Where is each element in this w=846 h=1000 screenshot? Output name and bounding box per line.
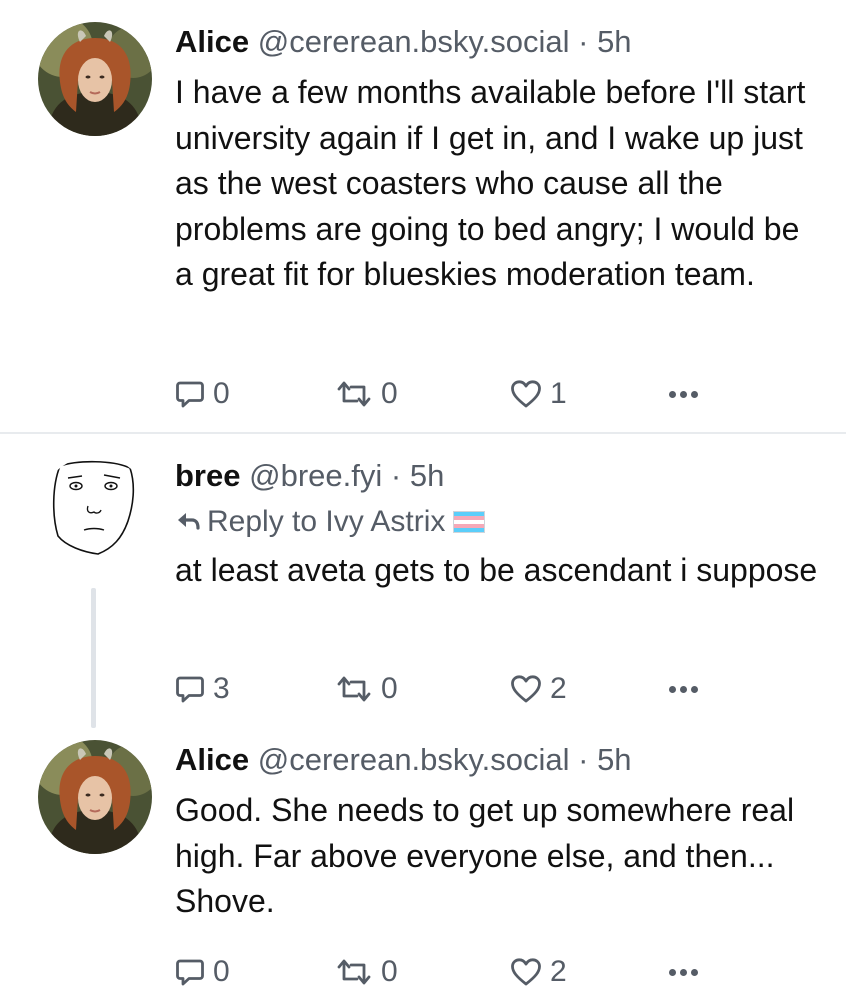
separator-dot: · bbox=[578, 24, 589, 59]
repost-button[interactable]: 0 bbox=[335, 669, 398, 709]
heart-icon bbox=[510, 957, 542, 987]
post-header: bree @bree.fyi · 5h bbox=[175, 456, 444, 496]
post-header: Alice @cererean.bsky.social · 5h bbox=[175, 22, 632, 62]
repost-button[interactable]: 0 bbox=[335, 374, 398, 414]
post-text: I have a few months available before I'l… bbox=[175, 74, 806, 292]
repost-button[interactable]: 0 bbox=[335, 952, 398, 992]
post-text: at least aveta gets to be ascendant i su… bbox=[175, 552, 818, 588]
avatar-bree[interactable] bbox=[38, 456, 152, 570]
like-count: 1 bbox=[550, 377, 567, 410]
reply-arrow-icon bbox=[178, 513, 200, 530]
post-2[interactable]: bree @bree.fyi · 5h Reply to Ivy Astrix … bbox=[0, 456, 846, 736]
more-dots-icon bbox=[669, 968, 676, 976]
author-name[interactable]: Alice bbox=[175, 742, 249, 777]
like-button[interactable]: 1 bbox=[510, 374, 567, 414]
separator-dot: · bbox=[390, 458, 402, 493]
repost-arrows-icon bbox=[335, 675, 373, 703]
post-time[interactable]: 5h bbox=[597, 24, 631, 59]
post-time[interactable]: 5h bbox=[410, 458, 444, 493]
post-actions: 0 0 1 bbox=[175, 374, 715, 414]
heart-icon bbox=[510, 379, 542, 409]
author-name[interactable]: bree bbox=[175, 458, 240, 493]
like-count: 2 bbox=[550, 955, 567, 988]
repost-count: 0 bbox=[381, 955, 398, 988]
more-dots-icon bbox=[669, 685, 676, 693]
reply-count: 3 bbox=[213, 672, 230, 705]
thread-line bbox=[91, 588, 96, 728]
repost-arrows-icon bbox=[335, 380, 373, 408]
more-options-button[interactable] bbox=[669, 952, 702, 992]
more-options-button[interactable] bbox=[669, 669, 702, 709]
post-actions: 3 0 2 bbox=[175, 669, 715, 709]
reply-count: 0 bbox=[213, 955, 230, 988]
reply-button[interactable]: 0 bbox=[175, 374, 230, 414]
post-actions: 0 0 2 bbox=[175, 952, 715, 992]
reply-button[interactable]: 3 bbox=[175, 669, 230, 709]
post-text: Good. She needs to get up somewhere real… bbox=[175, 792, 795, 919]
repost-count: 0 bbox=[381, 377, 398, 410]
repost-arrows-icon bbox=[335, 958, 373, 986]
reply-count: 0 bbox=[213, 377, 230, 410]
avatar-alice[interactable] bbox=[38, 740, 152, 854]
post-header: Alice @cererean.bsky.social · 5h bbox=[175, 740, 632, 780]
author-name[interactable]: Alice bbox=[175, 24, 249, 59]
reply-button[interactable]: 0 bbox=[175, 952, 230, 992]
like-button[interactable]: 2 bbox=[510, 669, 567, 709]
avatar-alice[interactable] bbox=[38, 22, 152, 136]
author-handle[interactable]: @bree.fyi bbox=[249, 458, 382, 493]
heart-icon bbox=[510, 674, 542, 704]
author-handle[interactable]: @cererean.bsky.social bbox=[258, 742, 570, 777]
post-time[interactable]: 5h bbox=[597, 742, 631, 777]
more-options-button[interactable] bbox=[669, 374, 702, 414]
reply-context[interactable]: Reply to Ivy Astrix bbox=[175, 502, 486, 542]
trans-flag-icon bbox=[453, 511, 486, 533]
author-handle[interactable]: @cererean.bsky.social bbox=[258, 24, 570, 59]
post-1[interactable]: Alice @cererean.bsky.social · 5h I have … bbox=[0, 22, 846, 432]
post-3[interactable]: Alice @cererean.bsky.social · 5h Good. S… bbox=[0, 740, 846, 1000]
more-dots-icon bbox=[669, 390, 676, 398]
separator-dot: · bbox=[578, 742, 589, 777]
like-button[interactable]: 2 bbox=[510, 952, 567, 992]
repost-count: 0 bbox=[381, 672, 398, 705]
like-count: 2 bbox=[550, 672, 567, 705]
speech-bubble-icon bbox=[175, 674, 205, 704]
post-divider bbox=[0, 432, 846, 434]
speech-bubble-icon bbox=[175, 957, 205, 987]
speech-bubble-icon bbox=[175, 379, 205, 409]
reply-to-label: Reply to Ivy Astrix bbox=[207, 505, 446, 538]
